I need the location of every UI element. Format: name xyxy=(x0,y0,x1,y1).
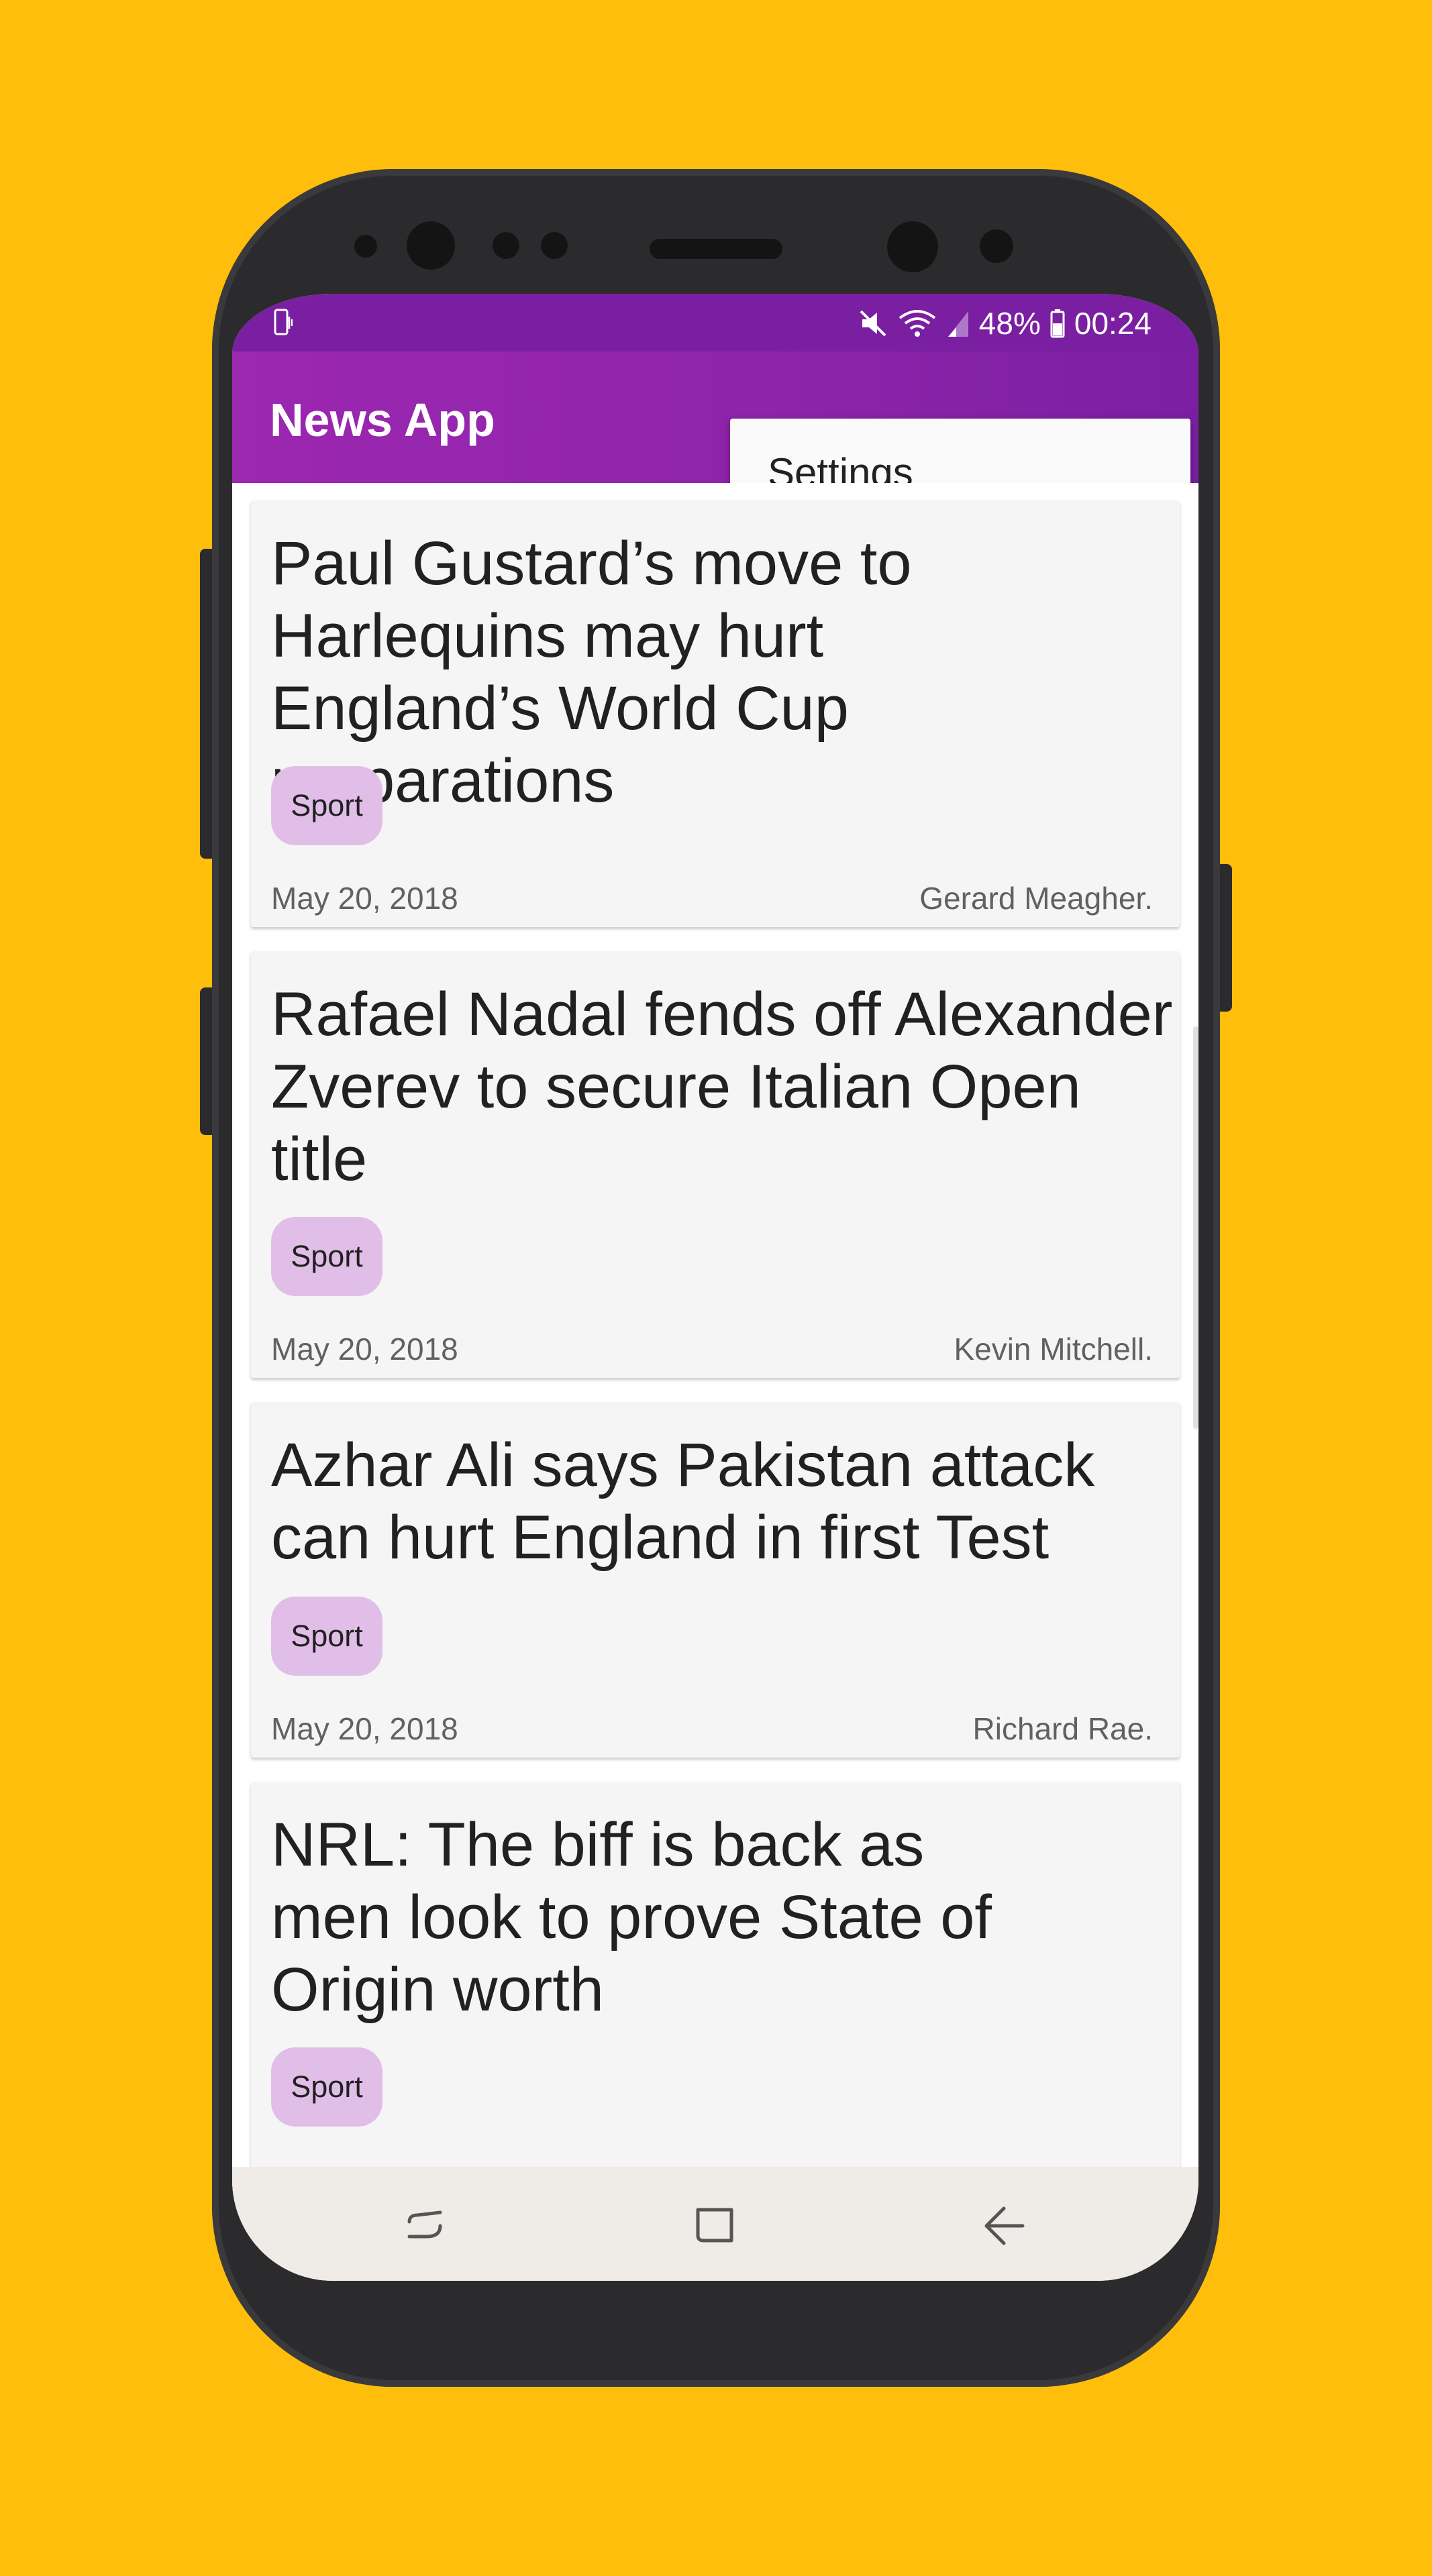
mute-icon xyxy=(860,310,886,337)
article-card[interactable]: Azhar Ali says Pakistan attack can hurt … xyxy=(251,1402,1180,1758)
app-title: News App xyxy=(270,394,495,446)
home-button[interactable] xyxy=(688,2199,742,2253)
article-card[interactable]: Rafael Nadal fends off Alexander Zverev … xyxy=(251,951,1180,1378)
back-icon xyxy=(984,2206,1025,2245)
article-date: May 20, 2018 xyxy=(271,1332,458,1366)
battery-percent: 48% xyxy=(978,306,1041,341)
home-icon xyxy=(696,2208,733,2243)
status-icons: 48% 00:24 xyxy=(858,303,1152,343)
article-author: Kevin Mitchell. xyxy=(954,1332,1153,1366)
recents-icon xyxy=(407,2210,442,2239)
app-bar: News App Settings xyxy=(232,352,1198,531)
sensor-dot xyxy=(354,235,377,258)
article-card[interactable]: Paul Gustard’s move to Harlequins may hu… xyxy=(251,500,1180,927)
article-date: May 20, 2018 xyxy=(271,2161,458,2167)
article-title: Rafael Nadal fends off Alexander Zverev … xyxy=(271,980,1173,1193)
article-date: May 20, 2018 xyxy=(271,881,458,916)
clock: 00:24 xyxy=(1074,306,1152,341)
back-button[interactable] xyxy=(977,2199,1031,2253)
wifi-icon xyxy=(899,310,936,337)
sensor-dot xyxy=(980,229,1013,263)
front-camera xyxy=(407,221,455,270)
section-chip: Sport xyxy=(271,1597,382,1676)
section-chip: Sport xyxy=(271,766,382,845)
section-chip: Sport xyxy=(271,1217,382,1296)
signal-icon xyxy=(948,311,968,337)
article-card[interactable]: NRL: The biff is back as men look to pro… xyxy=(251,1782,1180,2167)
vibrate-phone-icon xyxy=(274,309,293,335)
sensor-dot xyxy=(541,232,568,259)
recents-button[interactable] xyxy=(400,2199,454,2253)
scrollbar[interactable] xyxy=(1193,1026,1198,1429)
article-author: Richard Rae. xyxy=(972,1711,1153,1746)
article-title: Paul Gustard’s move to Harlequins may hu… xyxy=(271,529,912,815)
article-date: May 20, 2018 xyxy=(271,1711,458,1746)
section-chip: Sport xyxy=(271,2047,382,2127)
iris-scanner xyxy=(887,221,938,272)
battery-icon xyxy=(1050,309,1065,338)
navigation-bar xyxy=(232,2167,1198,2281)
phone-screen: 48% 00:24 News App Settings Paul Gustard… xyxy=(232,294,1198,2281)
status-bar: 48% 00:24 xyxy=(232,294,1198,352)
article-list[interactable]: Paul Gustard’s move to Harlequins may hu… xyxy=(232,483,1198,2167)
article-title: NRL: The biff is back as men look to pro… xyxy=(271,1811,992,2024)
article-title: Azhar Ali says Pakistan attack can hurt … xyxy=(271,1431,1095,1572)
sensor-dot xyxy=(493,232,519,259)
article-author: Gerard Meagher. xyxy=(919,881,1153,916)
earpiece-speaker xyxy=(650,239,782,259)
